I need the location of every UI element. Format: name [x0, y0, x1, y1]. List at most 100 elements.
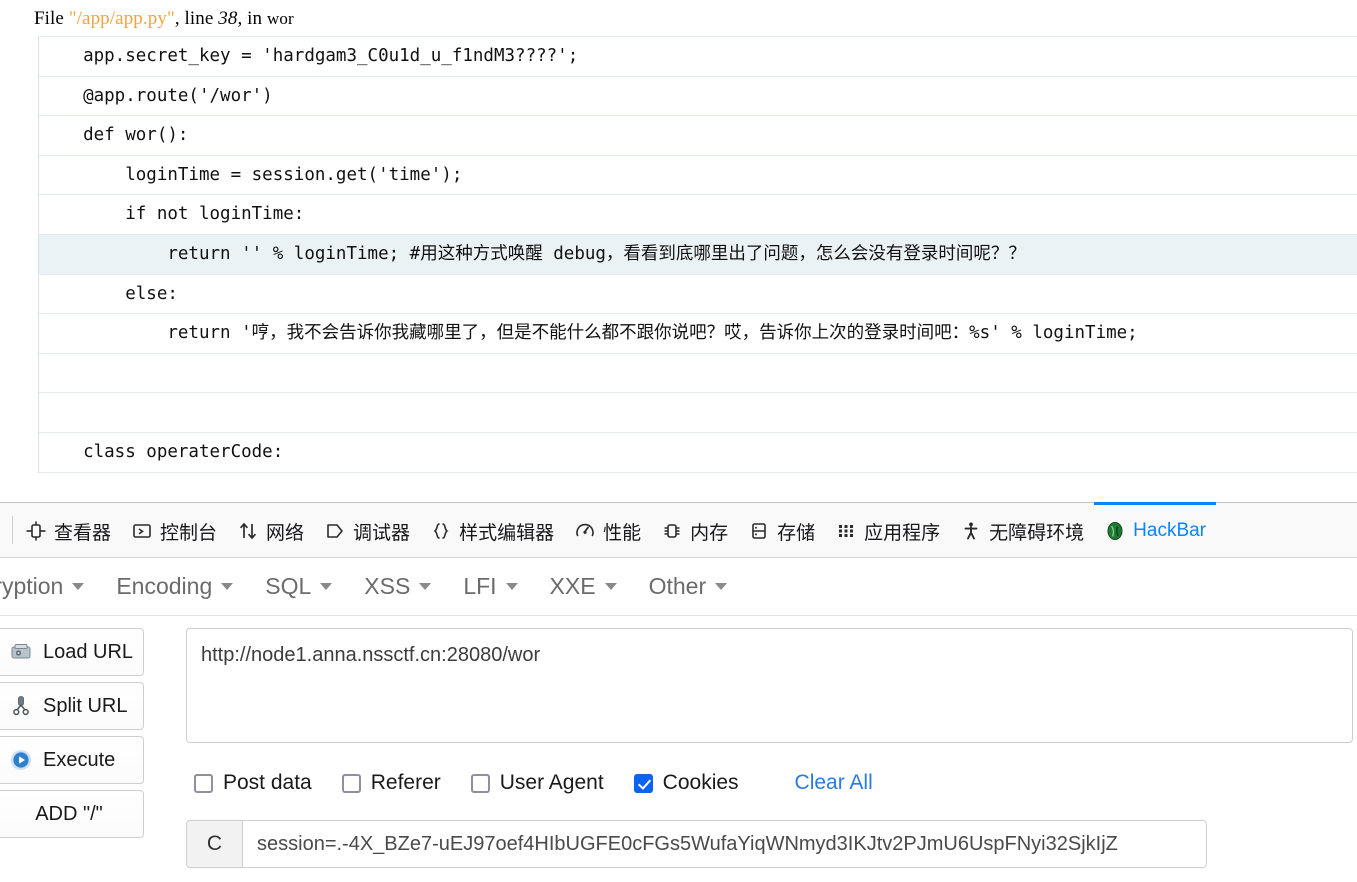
add-slash-button[interactable]: ADD "/" — [0, 790, 144, 838]
code-line: class operaterCode: — [39, 433, 1357, 473]
hackbar-request-area: Post data Referer User Agent Cookies Cle… — [144, 628, 1357, 868]
storage-icon — [748, 520, 770, 542]
url-input[interactable] — [186, 628, 1353, 743]
post-data-checkbox[interactable] — [194, 773, 213, 793]
option-label: Cookies — [662, 771, 739, 794]
menu-label: Encoding — [116, 573, 213, 599]
cookie-input[interactable] — [243, 821, 1206, 867]
network-icon — [237, 520, 259, 542]
performance-icon — [574, 520, 596, 542]
style-editor-icon — [430, 520, 452, 542]
menu-xss[interactable]: XSS — [348, 573, 447, 600]
code-line: def wor(): — [39, 116, 1357, 156]
chevron-down-icon — [72, 583, 85, 590]
option-referer[interactable]: Referer — [341, 771, 441, 795]
hackbar-menu-bar: ncryption Encoding SQL XSS LFI XXE Other — [0, 558, 1357, 616]
menu-encryption[interactable]: ncryption — [0, 573, 100, 600]
referer-checkbox[interactable] — [341, 773, 361, 793]
tab-performance[interactable]: 性能 — [564, 502, 651, 557]
toolbar-divider — [12, 516, 13, 544]
execute-icon — [9, 748, 33, 772]
execute-button[interactable]: Execute — [0, 736, 144, 784]
flask-traceback-panel: File "/app/app.py", line 38, in wor app.… — [0, 0, 1357, 502]
traceback-line-number: 38 — [218, 8, 238, 29]
option-label: User Agent — [499, 771, 604, 794]
tab-hackbar[interactable]: HackBar — [1094, 502, 1217, 557]
cookies-checkbox[interactable] — [633, 773, 653, 793]
option-cookies[interactable]: Cookies — [633, 771, 739, 795]
code-line: loginTime = session.get('time'); — [39, 156, 1357, 196]
button-label: Split URL — [43, 694, 128, 717]
memory-icon — [661, 520, 683, 542]
menu-label: SQL — [265, 573, 312, 599]
hackbar-options-row: Post data Referer User Agent Cookies Cle… — [186, 771, 1353, 795]
code-line: else: — [39, 275, 1357, 315]
menu-lfi[interactable]: LFI — [447, 573, 533, 600]
menu-other[interactable]: Other — [633, 573, 744, 600]
code-line — [39, 393, 1357, 433]
hackbar-panel: ncryption Encoding SQL XSS LFI XXE Other — [0, 558, 1357, 882]
tab-label: HackBar — [1133, 520, 1207, 541]
code-line: return '哼，我不会告诉你我藏哪里了，但是不能什么都不跟你说吧？哎，告诉你… — [39, 314, 1357, 354]
chevron-down-icon — [505, 583, 518, 590]
tab-style-editor[interactable]: 样式编辑器 — [420, 502, 564, 557]
menu-label: Other — [648, 573, 707, 599]
menu-label: ncryption — [0, 573, 64, 599]
code-line: if not loginTime: — [39, 195, 1357, 235]
tab-label: 查看器 — [54, 522, 112, 544]
tab-storage[interactable]: 存储 — [738, 502, 825, 557]
code-line — [39, 354, 1357, 394]
cookie-label: C — [187, 821, 243, 867]
tab-memory[interactable]: 内存 — [651, 502, 738, 557]
split-url-icon — [9, 694, 33, 718]
chevron-down-icon — [715, 583, 728, 590]
hackbar-body: Load URL Split URL Execute ADD "/" http:… — [0, 616, 1357, 868]
inspector-icon — [25, 520, 47, 542]
tab-label: 内存 — [690, 522, 729, 544]
option-user-agent[interactable]: User Agent — [470, 771, 604, 795]
devtools-tab-bar: 查看器 控制台 网络 调试器 样式编辑器 性能 内存 存储 应用程序 无障碍环境… — [0, 502, 1357, 558]
traceback-function-name: wor — [267, 9, 294, 28]
hackbar-action-buttons: Load URL Split URL Execute ADD "/" — [0, 628, 144, 868]
tab-application[interactable]: 应用程序 — [825, 502, 950, 557]
menu-label: XSS — [364, 573, 411, 599]
tab-label: 调试器 — [353, 522, 411, 544]
chevron-down-icon — [419, 583, 432, 590]
user-agent-checkbox[interactable] — [470, 773, 490, 793]
tab-label: 控制台 — [160, 522, 218, 544]
split-url-button[interactable]: Split URL — [0, 682, 144, 730]
traceback-filename: "/app/app.py" — [68, 8, 175, 29]
tab-accessibility[interactable]: 无障碍环境 — [950, 502, 1094, 557]
accessibility-icon — [960, 520, 982, 542]
tab-network[interactable]: 网络 — [227, 502, 314, 557]
traceback-comma-1: , line — [174, 8, 219, 29]
tab-inspector[interactable]: 查看器 — [15, 502, 121, 557]
menu-sql[interactable]: SQL — [249, 573, 348, 600]
traceback-comma-2: , in — [237, 8, 267, 29]
option-label: Post data — [223, 771, 312, 794]
menu-label: LFI — [463, 573, 497, 599]
cookie-field-row: C — [186, 820, 1207, 868]
tab-console[interactable]: 控制台 — [121, 502, 227, 557]
option-label: Referer — [370, 771, 441, 794]
chevron-down-icon — [604, 583, 617, 590]
button-label: Load URL — [43, 640, 134, 663]
tab-debugger[interactable]: 调试器 — [314, 502, 420, 557]
menu-xxe[interactable]: XXE — [534, 573, 633, 600]
tab-label: 无障碍环境 — [989, 522, 1085, 544]
code-line-current: return '' % loginTime; #用这种方式唤醒 debug，看看… — [39, 234, 1357, 275]
tab-label: 网络 — [266, 522, 305, 544]
load-url-icon — [9, 640, 33, 664]
load-url-button[interactable]: Load URL — [0, 628, 144, 676]
code-line: app.secret_key = 'hardgam3_C0u1d_u_f1ndM… — [39, 37, 1357, 77]
traceback-code-block: app.secret_key = 'hardgam3_C0u1d_u_f1ndM… — [38, 36, 1357, 473]
button-label: Execute — [43, 748, 116, 771]
code-line: @app.route('/wor') — [39, 77, 1357, 117]
traceback-file-header: File "/app/app.py", line 38, in wor — [0, 0, 1357, 36]
menu-encoding[interactable]: Encoding — [100, 573, 249, 600]
option-post-data[interactable]: Post data — [194, 771, 312, 795]
tab-label: 存储 — [777, 522, 816, 544]
tab-label: 样式编辑器 — [459, 522, 555, 544]
clear-all-link[interactable]: Clear All — [795, 771, 873, 795]
traceback-prefix: File — [34, 8, 69, 29]
